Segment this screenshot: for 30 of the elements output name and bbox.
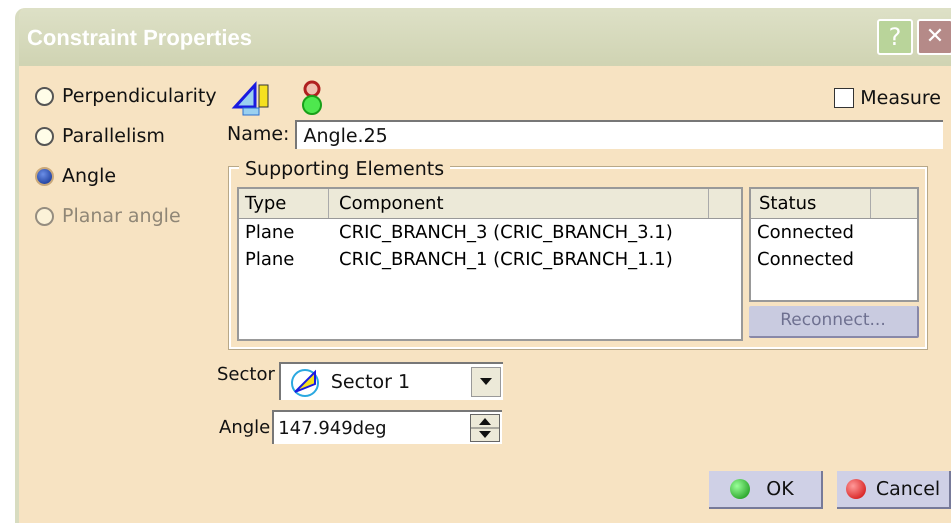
table-cell-text: Connected	[756, 221, 855, 245]
radio-button[interactable]	[35, 86, 54, 106]
table-cell-text: Plane	[244, 248, 296, 272]
field-label: Sector	[217, 363, 275, 387]
field-value: 147.949deg	[278, 416, 388, 440]
cancel-button[interactable]: Cancel	[837, 471, 951, 509]
column-header[interactable]: Component	[329, 189, 709, 218]
checkbox[interactable]	[834, 88, 854, 108]
radio-button[interactable]	[35, 166, 54, 186]
sector-dropdown[interactable]: Sector 1	[278, 362, 503, 400]
spinner-arrows-icon[interactable]	[470, 414, 500, 442]
name-field[interactable]: Angle.25	[295, 120, 943, 149]
radio-label: Perpendicularity	[62, 84, 217, 109]
radio-label: Parallelism	[62, 124, 165, 149]
table-cell-text: Connected	[756, 248, 855, 272]
dropdown-value: Sector 1	[330, 370, 412, 395]
window-title: Constraint Properties	[27, 24, 253, 52]
angle-spin-field[interactable]: 147.949deg	[272, 410, 502, 444]
radio-label: Angle	[62, 164, 116, 189]
column-header[interactable]: Type	[239, 189, 329, 218]
table-cell-text: CRIC_BRANCH_1 (CRIC_BRANCH_1.1)	[338, 248, 674, 272]
checkbox-label: Measure	[860, 86, 941, 111]
traffic-light-icon	[299, 80, 325, 116]
field-label: Name:	[227, 122, 290, 148]
radio-button[interactable]	[35, 126, 54, 146]
field-label: Angle	[219, 416, 270, 440]
table-cell-text: Plane	[244, 221, 296, 245]
ok-button[interactable]: OK	[709, 471, 823, 509]
table-cell-text: CRIC_BRANCH_3 (CRIC_BRANCH_3.1)	[338, 221, 674, 245]
radio-label: Planar angle	[62, 204, 181, 229]
